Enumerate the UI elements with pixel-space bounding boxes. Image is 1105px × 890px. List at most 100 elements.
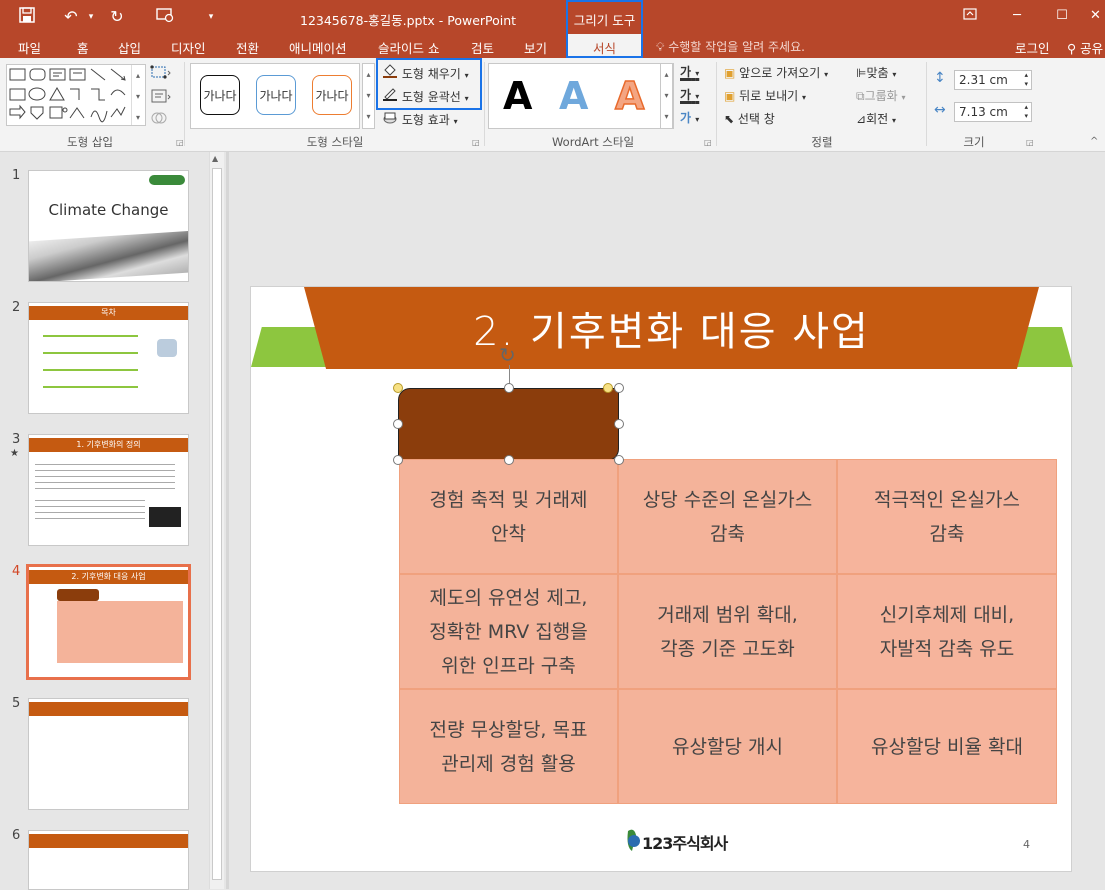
resize-handle[interactable]	[614, 455, 624, 465]
shape-fill-button[interactable]: 도형 채우기 ▾	[382, 64, 469, 82]
pane-splitter[interactable]	[226, 152, 229, 889]
text-box-icon[interactable]	[150, 88, 172, 107]
slide-thumbnail-5[interactable]	[28, 698, 189, 810]
slide-thumbnail-1[interactable]: Climate Change	[28, 170, 189, 282]
tab-design[interactable]: 디자인	[171, 38, 206, 57]
shape-outline-label: 도형 윤곽선	[401, 90, 461, 104]
adjust-handle[interactable]	[393, 383, 403, 393]
save-icon[interactable]	[16, 7, 38, 27]
thumbnail-title: 1. 기후변화의 정의	[29, 438, 188, 452]
text-fill-button[interactable]: 가 ▾	[680, 63, 699, 80]
rotate-button[interactable]: ⊿회전 ▾	[856, 110, 896, 127]
shape-fill-label: 도형 채우기	[401, 67, 461, 81]
height-spinner[interactable]: ▴ ▾	[1024, 71, 1028, 89]
resize-handle[interactable]	[504, 455, 514, 465]
scroll-up-icon[interactable]: ▲	[212, 154, 218, 163]
tab-review[interactable]: 검토	[471, 38, 494, 57]
slide-thumbnail-6[interactable]	[28, 830, 189, 890]
sign-in-link[interactable]: 로그인	[1015, 38, 1050, 57]
shape-effects-button[interactable]: 도형 효과 ▾	[382, 110, 458, 128]
tab-animations[interactable]: 애니메이션	[289, 38, 347, 57]
group-button[interactable]: ⧉그룹화 ▾	[856, 87, 906, 104]
tell-me-search[interactable]: 💡︎ 수행할 작업을 알려 주세요.	[656, 38, 805, 55]
ribbon-display-options-icon[interactable]	[958, 8, 982, 24]
adjust-handle[interactable]	[603, 383, 613, 393]
selection-pane-button[interactable]: ⬉ 선택 창	[724, 110, 775, 127]
width-spinner[interactable]: ▴ ▾	[1024, 103, 1028, 121]
undo-dropdown-icon[interactable]: ▾	[80, 12, 102, 22]
close-icon[interactable]: ✕	[1090, 8, 1104, 23]
bring-forward-button[interactable]: ▣ 앞으로 가져오기 ▾	[724, 64, 828, 81]
shapes-gallery[interactable]: ▴ ▾ ▾	[6, 64, 146, 126]
shapes-gallery-scroll[interactable]: ▴ ▾ ▾	[131, 65, 144, 125]
wordart-style-black[interactable]: A	[503, 74, 532, 118]
tab-insert[interactable]: 삽입	[118, 38, 141, 57]
rotate-handle-icon[interactable]: ↻	[499, 345, 516, 365]
tab-home[interactable]: 홈	[77, 38, 89, 57]
wordart-gallery[interactable]: A A A	[488, 63, 674, 129]
thumbnail-title	[29, 702, 188, 716]
tab-file[interactable]: 파일	[18, 38, 41, 57]
send-backward-button[interactable]: ▣ 뒤로 보내기 ▾	[724, 87, 806, 104]
table-cell[interactable]: 경험 축적 및 거래제 안착	[399, 459, 618, 574]
resize-handle[interactable]	[393, 455, 403, 465]
insert-shapes-launcher-icon[interactable]: ◲	[176, 138, 184, 147]
wordart-gallery-scroll[interactable]: ▴ ▾ ▾	[660, 63, 673, 129]
start-slideshow-icon[interactable]	[154, 7, 176, 27]
wordart-style-blue[interactable]: A	[559, 74, 588, 118]
slide-thumbnail-3[interactable]: 1. 기후변화의 정의	[28, 434, 189, 546]
selection-pane-label: 선택 창	[737, 112, 775, 126]
resize-handle[interactable]	[504, 383, 514, 393]
undo-icon[interactable]: ↶	[60, 7, 82, 26]
shape-width-field[interactable]: 7.13 cm ▴ ▾	[954, 102, 1032, 122]
thumbnail-scrollbar[interactable]: ▲	[209, 152, 224, 889]
size-launcher-icon[interactable]: ◲	[1026, 138, 1034, 147]
table-cell[interactable]: 유상할당 비율 확대	[837, 689, 1057, 804]
wordart-launcher-icon[interactable]: ◲	[704, 138, 712, 147]
slide-canvas[interactable]: 2. 기후변화 대응 사업 ↻ 경험 축적 및 거래제 안착 상당 수준의 온실…	[250, 286, 1073, 872]
redo-icon[interactable]: ↻	[106, 7, 128, 26]
shape-style-blue[interactable]: 가나다	[256, 75, 296, 115]
group-divider	[484, 62, 485, 146]
shape-styles-gallery[interactable]: 가나다 가나다 가나다	[190, 63, 360, 129]
shape-height-field[interactable]: 2.31 cm ▴ ▾	[954, 70, 1032, 90]
align-button[interactable]: ⊫맞춤 ▾	[856, 64, 896, 81]
slide-thumbnail-4[interactable]: 2. 기후변화 대응 사업	[26, 564, 191, 680]
table-cell[interactable]: 전량 무상할당, 목표 관리제 경험 활용	[399, 689, 618, 804]
tab-view[interactable]: 보기	[524, 38, 547, 57]
content-table[interactable]: 경험 축적 및 거래제 안착 상당 수준의 온실가스 감축 적극적인 온실가스 …	[399, 459, 1057, 804]
maximize-icon[interactable]: ☐	[1050, 8, 1074, 23]
shape-outline-button[interactable]: 도형 윤곽선 ▾	[382, 87, 469, 105]
selected-shape[interactable]	[398, 388, 619, 461]
resize-handle[interactable]	[393, 419, 403, 429]
shape-styles-launcher-icon[interactable]: ◲	[472, 138, 480, 147]
resize-handle[interactable]	[614, 419, 624, 429]
lightbulb-icon: 💡︎	[656, 40, 669, 54]
merge-shapes-icon[interactable]	[150, 110, 172, 129]
slide-thumbnails-pane[interactable]: 1 Climate Change 2 목차 3 ★ 1. 기후변화의 정의 4 …	[0, 152, 225, 890]
edit-shape-icon[interactable]	[150, 64, 172, 83]
text-outline-button[interactable]: 가 ▾	[680, 86, 699, 103]
rotate-label: 회전	[866, 112, 889, 126]
table-cell[interactable]: 신기후체제 대비, 자발적 감축 유도	[837, 574, 1057, 689]
share-button[interactable]: ⚲ 공유	[1067, 38, 1103, 57]
minimize-icon[interactable]: ─	[1005, 8, 1029, 23]
shape-style-black[interactable]: 가나다	[200, 75, 240, 115]
shape-style-orange[interactable]: 가나다	[312, 75, 352, 115]
table-cell[interactable]: 상당 수준의 온실가스 감축	[618, 459, 837, 574]
table-cell[interactable]: 적극적인 온실가스 감축	[837, 459, 1057, 574]
slide-title[interactable]: 2. 기후변화 대응 사업	[304, 299, 1039, 357]
slide-thumbnail-2[interactable]: 목차	[28, 302, 189, 414]
tab-transitions[interactable]: 전환	[236, 38, 259, 57]
tab-slideshow[interactable]: 슬라이드 쇼	[378, 38, 439, 57]
resize-handle[interactable]	[614, 383, 624, 393]
table-cell[interactable]: 거래제 범위 확대, 각종 기준 고도화	[618, 574, 837, 689]
collapse-ribbon-icon[interactable]: ^	[1090, 136, 1098, 147]
table-cell[interactable]: 유상할당 개시	[618, 689, 837, 804]
wordart-style-orange[interactable]: A	[614, 73, 645, 119]
text-effects-button[interactable]: 가 ▾	[680, 109, 699, 126]
shape-styles-scroll[interactable]: ▴ ▾ ▾	[362, 63, 375, 129]
table-cell[interactable]: 제도의 유연성 제고, 정확한 MRV 집행을 위한 인프라 구축	[399, 574, 618, 689]
customize-toolbar-icon[interactable]: ▾	[200, 12, 222, 22]
scrollbar-thumb[interactable]	[212, 168, 222, 880]
